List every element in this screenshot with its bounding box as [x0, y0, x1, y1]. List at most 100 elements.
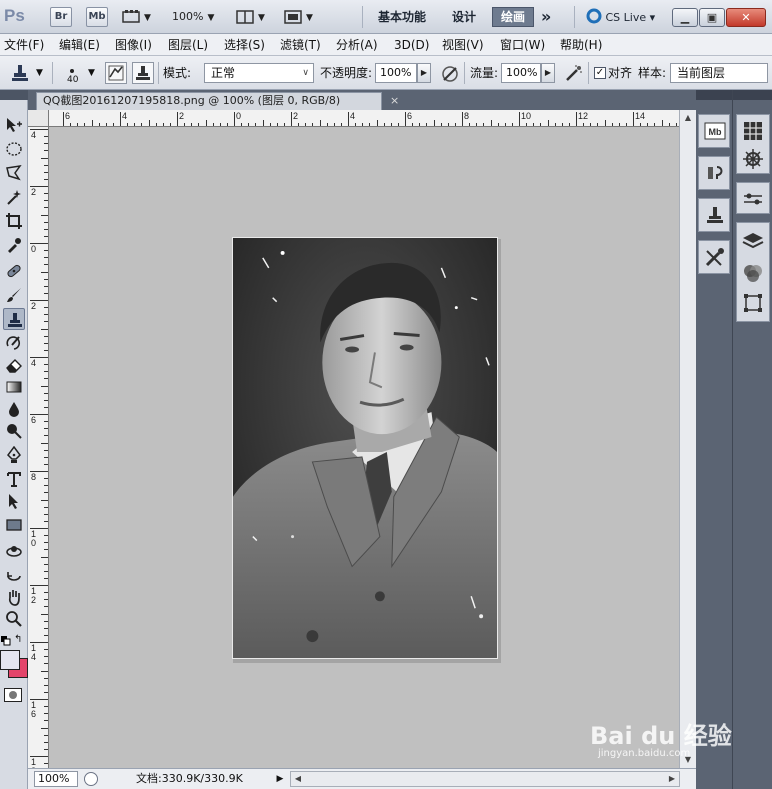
menu-3d[interactable]: 3D(D)	[394, 37, 429, 53]
close-document-icon[interactable]: ×	[390, 95, 399, 107]
more-workspaces-chevron-icon[interactable]: »	[541, 8, 551, 26]
toggle-brush-panel-button[interactable]	[105, 62, 127, 84]
3d-orbit-tool[interactable]	[3, 564, 25, 586]
chevron-down-icon[interactable]: ▼	[88, 66, 95, 80]
dodge-tool[interactable]	[3, 420, 25, 442]
close-window-button[interactable]: ✕	[726, 8, 766, 27]
magic-wand-tool[interactable]	[3, 186, 25, 208]
history-brush-tool[interactable]	[3, 332, 25, 354]
menu-image[interactable]: 图像(I)	[115, 37, 152, 53]
menu-layer[interactable]: 图层(L)	[168, 37, 208, 53]
aligned-checkbox[interactable]: ✓	[594, 67, 606, 79]
channels-panel-button[interactable]	[741, 261, 765, 285]
flow-slider-arrow[interactable]: ▶	[541, 63, 555, 83]
scroll-up-arrow-icon[interactable]: ▲	[680, 110, 696, 126]
vintage-portrait-photo[interactable]	[232, 237, 498, 659]
horizontal-ruler[interactable]: 6 4 2 0 2 4 6 8 10 12 14	[49, 110, 679, 127]
paths-panel-button[interactable]	[741, 291, 765, 315]
opacity-label: 不透明度:	[320, 66, 373, 80]
shape-tool[interactable]	[3, 514, 25, 536]
launch-mini-bridge-button[interactable]: Mb	[86, 7, 108, 27]
crop-tool[interactable]	[3, 210, 25, 232]
eraser-tool[interactable]	[3, 354, 25, 376]
tablet-pressure-opacity-button[interactable]	[438, 62, 460, 84]
brush-tool[interactable]	[3, 284, 25, 306]
airbrush-button[interactable]	[562, 62, 584, 84]
blur-tool[interactable]	[3, 398, 25, 420]
sample-layers-select[interactable]: 当前图层	[670, 63, 768, 83]
marquee-tool[interactable]	[3, 138, 25, 160]
swap-colors-icon[interactable]: ↰	[14, 634, 22, 645]
menu-file[interactable]: 文件(F)	[4, 37, 44, 53]
toggle-clone-source-panel-button[interactable]	[132, 62, 154, 84]
menu-select[interactable]: 选择(S)	[224, 37, 265, 53]
zoom-level-dropdown[interactable]: 100% ▼	[172, 8, 220, 26]
opacity-input[interactable]: 100%	[375, 63, 417, 83]
clone-stamp-tool[interactable]	[3, 308, 25, 330]
swatches-panel-button[interactable]	[741, 119, 765, 143]
ruler-label: 4	[31, 130, 37, 140]
workspace-essentials[interactable]: 基本功能	[378, 8, 426, 26]
clone-source-panel-button[interactable]	[698, 198, 730, 232]
scroll-down-arrow-icon[interactable]: ▼	[680, 752, 696, 768]
3d-rotate-tool[interactable]	[3, 540, 25, 562]
document-tab[interactable]: QQ截图20161207195818.png @ 100% (图层 0, RGB…	[36, 92, 382, 110]
dock-grip[interactable]	[696, 90, 732, 100]
flow-input[interactable]: 100%	[501, 63, 541, 83]
workspace-painting[interactable]: 绘画	[492, 7, 535, 27]
navigator-panel-button[interactable]	[741, 147, 765, 171]
blend-mode-select[interactable]: 正常 ∨	[204, 63, 314, 83]
menu-edit[interactable]: 编辑(E)	[59, 37, 100, 53]
menu-help[interactable]: 帮助(H)	[560, 37, 602, 53]
adjustments-panel-button[interactable]	[741, 187, 765, 211]
document-canvas[interactable]	[49, 127, 679, 768]
type-tool[interactable]	[3, 468, 25, 490]
dock-grip[interactable]	[733, 90, 772, 100]
minimize-button[interactable]: ▁	[672, 8, 698, 27]
view-extras-dropdown[interactable]: ▼	[122, 8, 156, 26]
opacity-slider-arrow[interactable]: ▶	[417, 63, 431, 83]
layers-panel-button[interactable]	[741, 229, 765, 253]
vertical-ruler[interactable]: 4 2 0 2 4 6 8 1 0 1 2 1 4 1 6 1 8	[28, 127, 49, 768]
mini-bridge-panel-button[interactable]: Mb	[698, 114, 730, 148]
tools-panel-grip[interactable]	[0, 90, 28, 100]
eyedropper-tool[interactable]	[3, 234, 25, 256]
status-menu-arrow-icon[interactable]: ▶	[274, 772, 286, 786]
cs-live-button[interactable]: CS Live ▾	[586, 8, 655, 26]
hand-tool[interactable]	[3, 586, 25, 608]
scroll-left-arrow-icon[interactable]: ◀	[291, 772, 305, 786]
swatches-navigator-group	[736, 114, 770, 174]
tool-preset-picker[interactable]	[8, 62, 30, 84]
status-info-icon[interactable]	[84, 772, 98, 786]
screen-mode-dropdown[interactable]: ▼	[284, 8, 318, 26]
launch-bridge-button[interactable]: Br	[50, 7, 72, 27]
chevron-down-icon[interactable]: ▼	[36, 66, 43, 80]
menu-view[interactable]: 视图(V)	[442, 37, 484, 53]
menu-window[interactable]: 窗口(W)	[500, 37, 545, 53]
status-zoom-input[interactable]: 100%	[34, 771, 78, 787]
history-panel-button[interactable]	[698, 156, 730, 190]
default-colors-icon[interactable]	[1, 635, 11, 646]
restore-button[interactable]: ▣	[699, 8, 725, 27]
move-tool[interactable]	[3, 114, 25, 136]
gradient-tool[interactable]	[3, 376, 25, 398]
zoom-tool[interactable]	[3, 608, 25, 630]
scroll-right-arrow-icon[interactable]: ▶	[665, 772, 679, 786]
horizontal-scrollbar[interactable]: ◀ ▶	[290, 771, 680, 787]
document-size-info: 文档:330.9K/330.9K	[136, 772, 243, 785]
foreground-color-swatch[interactable]	[0, 650, 20, 670]
ruler-origin[interactable]	[28, 110, 49, 127]
pen-tool[interactable]	[3, 444, 25, 466]
brush-preset-picker[interactable]: 40	[60, 62, 82, 85]
water-drop-icon	[9, 402, 19, 417]
tool-presets-panel-button[interactable]	[698, 240, 730, 274]
arrange-documents-dropdown[interactable]: ▼	[236, 8, 270, 26]
workspace-design[interactable]: 设计	[452, 8, 476, 26]
quick-mask-button[interactable]	[4, 688, 22, 702]
vertical-scrollbar[interactable]: ▲ ▼	[679, 110, 696, 768]
spot-healing-brush-tool[interactable]	[3, 260, 25, 282]
lasso-tool[interactable]	[3, 162, 25, 184]
menu-filter[interactable]: 滤镜(T)	[280, 37, 321, 53]
menu-analysis[interactable]: 分析(A)	[336, 37, 378, 53]
path-selection-tool[interactable]	[3, 490, 25, 512]
